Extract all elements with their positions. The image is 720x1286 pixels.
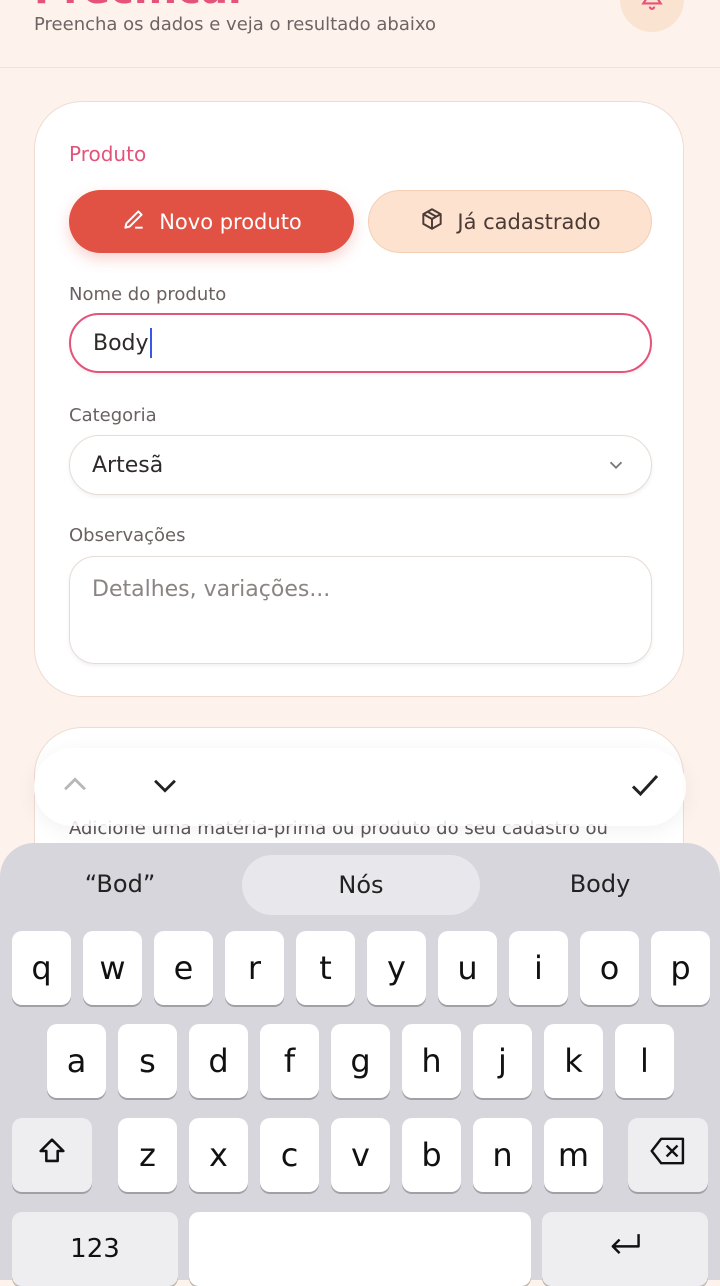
key-u[interactable]: u [438,931,497,1005]
previous-field-button[interactable] [52,764,98,810]
checkmark-icon [627,767,663,807]
notes-textarea[interactable]: Detalhes, variações... [69,556,652,664]
keyboard-toolbar [34,748,686,826]
shift-key[interactable] [12,1118,92,1192]
chevron-down-icon [148,768,182,806]
key-h[interactable]: h [402,1024,461,1098]
category-select[interactable]: Artesã [69,435,652,495]
suggestion-1[interactable]: “Bod” [40,863,200,905]
bell-icon [639,0,665,15]
existing-product-label: Já cadastrado [457,209,601,234]
backspace-key[interactable] [628,1118,708,1192]
key-y[interactable]: y [367,931,426,1005]
key-m[interactable]: m [544,1118,603,1192]
new-product-label: Novo produto [159,209,302,234]
key-g[interactable]: g [331,1024,390,1098]
next-field-button[interactable] [142,764,188,810]
suggestion-3[interactable]: Body [520,863,680,905]
pencil-icon [121,206,147,237]
product-name-value: Body [93,330,149,356]
name-field-label: Nome do produto [69,284,227,305]
key-l[interactable]: l [615,1024,674,1098]
key-z[interactable]: z [118,1118,177,1192]
key-d[interactable]: d [189,1024,248,1098]
key-q[interactable]: q [12,931,71,1005]
key-i[interactable]: i [509,931,568,1005]
key-r[interactable]: r [225,931,284,1005]
notes-field-label: Observações [69,525,186,546]
chevron-down-icon [605,454,627,482]
key-n[interactable]: n [473,1118,532,1192]
key-a[interactable]: a [47,1024,106,1098]
key-o[interactable]: o [580,931,639,1005]
numbers-key[interactable]: 123 [12,1212,178,1286]
suggestion-2[interactable]: Nós [242,855,480,915]
category-field-label: Categoria [69,405,157,426]
key-t[interactable]: t [296,931,355,1005]
on-screen-keyboard: “Bod” Nós Body q w e r t y u i o p a s d… [0,843,720,1286]
app-title: Precificar [34,0,248,10]
key-x[interactable]: x [189,1118,248,1192]
key-b[interactable]: b [402,1118,461,1192]
category-value: Artesã [92,452,164,478]
section-label-product: Produto [69,142,147,166]
key-j[interactable]: j [473,1024,532,1098]
new-product-button[interactable]: Novo produto [69,190,354,253]
page-subtitle: Preencha os dados e veja o resultado aba… [34,14,436,35]
return-icon [606,1230,644,1268]
shift-icon [35,1134,69,1176]
chevron-up-icon [58,768,92,806]
package-icon [419,206,445,237]
return-key[interactable] [542,1212,708,1286]
key-e[interactable]: e [154,931,213,1005]
key-c[interactable]: c [260,1118,319,1192]
key-v[interactable]: v [331,1118,390,1192]
notifications-button[interactable] [620,0,684,32]
backspace-icon [649,1136,687,1174]
text-caret [149,328,152,358]
product-card: Produto Novo produto Já cadastrado Nome … [34,101,684,697]
product-name-input[interactable]: Body [69,313,652,373]
space-key[interactable] [189,1212,531,1286]
key-f[interactable]: f [260,1024,319,1098]
notes-placeholder: Detalhes, variações... [92,577,331,602]
key-s[interactable]: s [118,1024,177,1098]
key-k[interactable]: k [544,1024,603,1098]
header: Precificar Preencha os dados e veja o re… [0,0,720,68]
key-w[interactable]: w [83,931,142,1005]
existing-product-button[interactable]: Já cadastrado [368,190,652,253]
key-p[interactable]: p [651,931,710,1005]
done-button[interactable] [622,764,668,810]
